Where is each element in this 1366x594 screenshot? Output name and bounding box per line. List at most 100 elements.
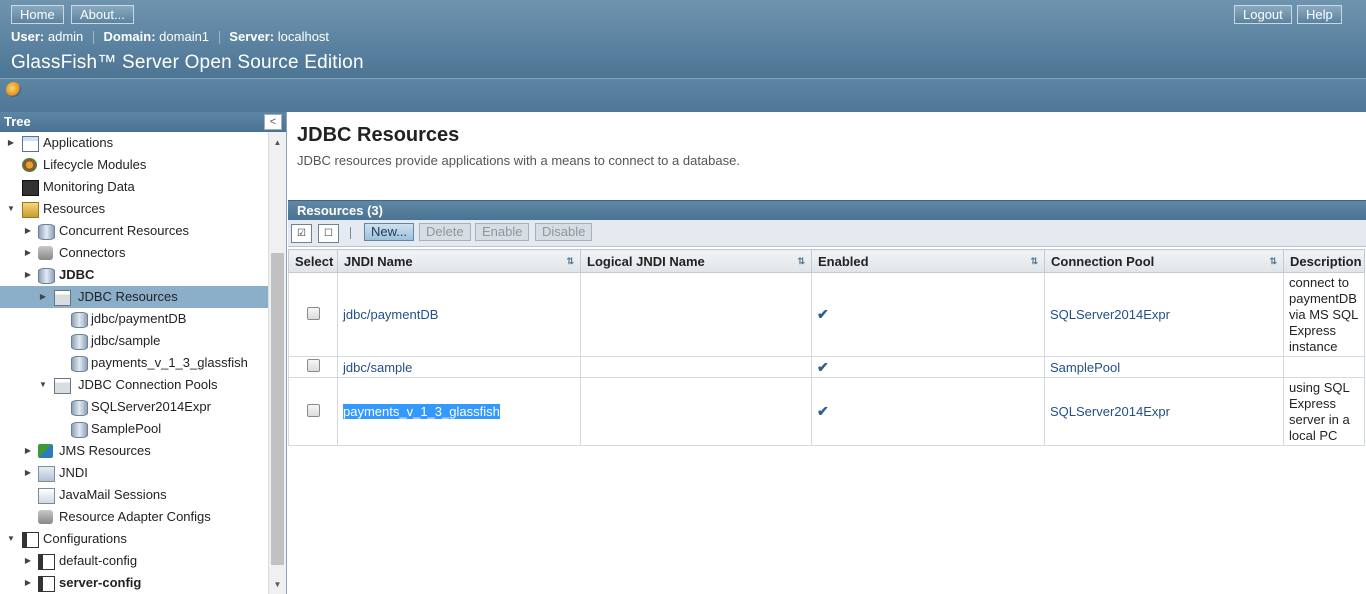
tree-scrollbar[interactable]: ▲ ▼ [268,132,286,594]
deselect-all-icon[interactable]: ☐ [318,224,339,243]
expand-arrow-icon[interactable]: ▶ [23,572,33,594]
connection-pool-link[interactable]: SQLServer2014Expr [1050,404,1170,419]
tree-item-jdbc-connection-pools[interactable]: ▼ JDBC Connection Pools [0,374,268,396]
jndi-name-link[interactable]: jdbc/sample [343,360,412,375]
collapse-tree-button[interactable]: < [264,114,282,130]
tree-item-label: JDBC [59,267,95,282]
collapse-arrow-icon[interactable]: ▼ [6,528,16,550]
user-value: admin [47,29,84,44]
tree-item-label: Concurrent Resources [59,223,190,238]
table-title: Resources (3) [288,200,1366,220]
disable-button[interactable]: Disable [535,223,593,241]
tree-list: ▶ Applications Lifecycle Modules Monitor… [0,132,268,594]
tree-item-resources[interactable]: ▼ Resources [0,198,268,220]
tree-item-default-config[interactable]: ▶ default-config [0,550,268,572]
column-header-connection-pool[interactable]: Connection Pool ⇅ [1044,249,1284,273]
user-key: User: [11,29,45,44]
database-icon [71,334,88,350]
database-icon [71,312,88,328]
monitor-icon [22,180,39,196]
logout-button[interactable]: Logout [1234,5,1292,24]
column-label: Logical JNDI Name [587,253,705,269]
scroll-down-arrow-icon[interactable]: ▼ [269,578,286,592]
tree-item-resource-adapter-configs[interactable]: Resource Adapter Configs [0,506,268,528]
jndi-icon [38,466,55,482]
delete-button[interactable]: Delete [419,223,471,241]
tree-item-label: JDBC Resources [78,289,178,304]
column-header-jndi-name[interactable]: JNDI Name ⇅ [337,249,581,273]
expand-arrow-icon[interactable]: ▶ [23,220,33,242]
jndi-name-link[interactable]: payments_v_1_3_glassfish [343,404,500,419]
tree-item-label: Resource Adapter Configs [59,509,211,524]
tree-item-connectors[interactable]: ▶ Connectors [0,242,268,264]
lifecycle-icon [22,158,37,172]
scroll-up-arrow-icon[interactable]: ▲ [269,136,286,150]
jndi-name-link[interactable]: jdbc/paymentDB [343,307,438,322]
row-checkbox[interactable] [307,403,320,417]
sort-icon[interactable]: ⇅ [797,256,805,267]
tree-item-jdbc-paymentdb[interactable]: jdbc/paymentDB [0,308,268,330]
row-checkbox[interactable] [307,359,320,372]
connection-pool-cell: SamplePool [1044,356,1284,378]
tree-item-jms-resources[interactable]: ▶ JMS Resources [0,440,268,462]
connection-pool-link[interactable]: SQLServer2014Expr [1050,307,1170,322]
new-button[interactable]: New... [364,223,415,241]
home-button[interactable]: Home [11,5,64,24]
table-header-row: Select JNDI Name ⇅ Logical JNDI Name ⇅ Ena… [288,249,1365,273]
tree-item-configurations[interactable]: ▼ Configurations [0,528,268,550]
toolbar-divider [350,227,351,239]
masthead-toolbar [0,78,1366,112]
row-checkbox[interactable] [307,306,320,320]
enabled-check-icon: ✔ [817,358,829,375]
expand-arrow-icon[interactable]: ▶ [23,264,33,286]
tree-item-label: server-config [59,575,142,590]
navigation-tree: Tree < ▶ Applications Lifecycle Modules … [0,112,287,594]
sort-icon[interactable]: ⇅ [1030,256,1038,267]
collapse-arrow-icon[interactable]: ▼ [6,198,16,220]
tree-item-jdbc-sample[interactable]: jdbc/sample [0,330,268,352]
enable-button[interactable]: Enable [475,223,530,241]
sort-icon[interactable]: ⇅ [1269,256,1277,267]
connection-pool-cell: SQLServer2014Expr [1044,272,1284,357]
expand-arrow-icon[interactable]: ▶ [23,440,33,462]
sort-icon[interactable]: ⇅ [566,256,574,267]
user-info: User: admin Domain: domain1 Server: loca… [11,29,330,45]
tree-item-jdbc[interactable]: ▶ JDBC [0,264,268,286]
tree-item-jdbc-resources[interactable]: ▶ JDBC Resources [0,286,268,308]
tree-item-concurrent-resources[interactable]: ▶ Concurrent Resources [0,220,268,242]
tree-item-applications[interactable]: ▶ Applications [0,132,268,154]
expand-arrow-icon[interactable]: ▶ [6,132,16,154]
collapse-arrow-icon[interactable]: ▼ [38,374,48,396]
column-header-select: Select [288,249,338,273]
select-all-icon[interactable]: ☑ [291,224,312,243]
help-button[interactable]: Help [1297,5,1342,24]
tree-item-monitoring-data[interactable]: Monitoring Data [0,176,268,198]
tree-item-label: Lifecycle Modules [43,157,147,172]
jms-icon [38,444,53,458]
refresh-icon[interactable] [6,82,21,97]
jndi-name-cell: jdbc/paymentDB [337,272,581,357]
about-button[interactable]: About... [71,5,134,24]
tree-item-sqlserver2014expr[interactable]: SQLServer2014Expr [0,396,268,418]
scrollbar-thumb[interactable] [271,253,284,565]
column-header-enabled[interactable]: Enabled ⇅ [811,249,1045,273]
logical-jndi-name-cell [580,377,812,446]
tree-item-lifecycle-modules[interactable]: Lifecycle Modules [0,154,268,176]
column-header-logical-jndi-name[interactable]: Logical JNDI Name ⇅ [580,249,812,273]
connection-pool-link[interactable]: SamplePool [1050,360,1120,375]
tree-item-javamail-sessions[interactable]: JavaMail Sessions [0,484,268,506]
expand-arrow-icon[interactable]: ▶ [23,550,33,572]
tree-item-label: SQLServer2014Expr [91,399,211,414]
tree-item-label: Configurations [43,531,127,546]
description-cell [1283,356,1365,378]
tree-item-jndi[interactable]: ▶ JNDI [0,462,268,484]
tree-item-label: jdbc/sample [91,333,161,348]
tree-item-samplepool[interactable]: SamplePool [0,418,268,440]
expand-arrow-icon[interactable]: ▶ [38,286,48,308]
connector-icon [38,246,53,260]
tree-item-server-config[interactable]: ▶ server-config [0,572,268,594]
server-value: localhost [277,29,330,44]
tree-item-payments-glassfish[interactable]: payments_v_1_3_glassfish [0,352,268,374]
expand-arrow-icon[interactable]: ▶ [23,242,33,264]
expand-arrow-icon[interactable]: ▶ [23,462,33,484]
